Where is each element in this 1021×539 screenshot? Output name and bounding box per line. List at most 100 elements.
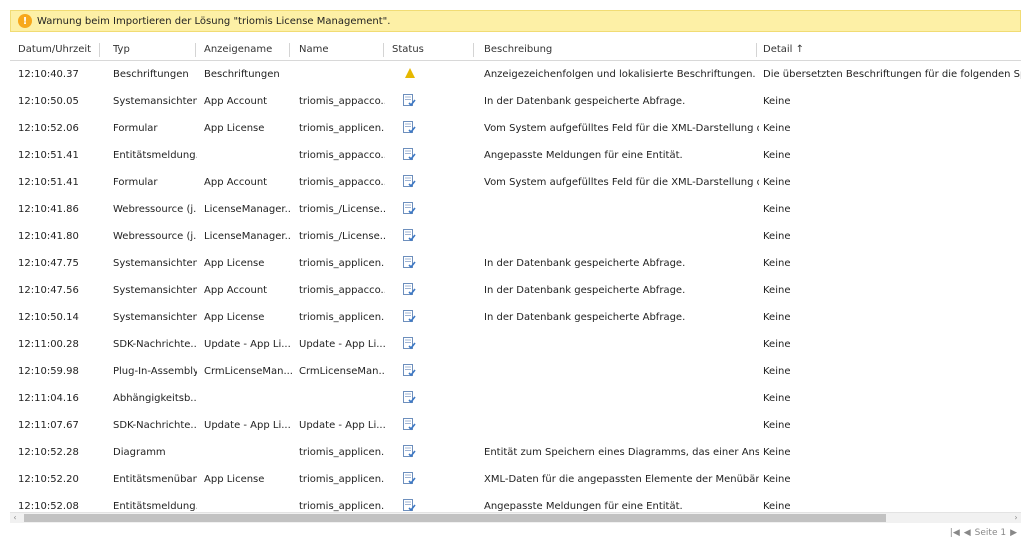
- cell-type-text: Entitätsmeldung...: [113, 501, 197, 512]
- cell-datetime: 12:10:40.37: [18, 61, 100, 88]
- cell-status: [392, 277, 482, 304]
- document-check-icon: [403, 121, 416, 134]
- table-row[interactable]: 12:10:50.14 Systemansichten App License tri…: [10, 304, 1021, 331]
- cell-datetime: 12:11:00.28: [18, 331, 100, 358]
- cell-type: Webressource (j...: [113, 223, 197, 250]
- cell-status: [392, 169, 482, 196]
- cell-description: [484, 412, 759, 439]
- next-page-icon[interactable]: ▶: [1010, 528, 1017, 538]
- cell-name: triomis_applicen...: [299, 466, 385, 493]
- cell-type-text: Formular: [113, 177, 158, 188]
- cell-datetime-text: 12:10:50.14: [18, 312, 79, 323]
- cell-detail: Keine: [763, 304, 1021, 331]
- table-row[interactable]: 12:10:41.86 Webressource (j... LicenseMana…: [10, 196, 1021, 223]
- column-header-description[interactable]: Beschreibung: [484, 40, 754, 60]
- cell-detail-text: Keine: [763, 474, 791, 485]
- document-check-icon: [403, 202, 416, 215]
- cell-type-text: Entitätsmeldung...: [113, 150, 197, 161]
- table-row[interactable]: 12:11:04.16 Abhängigkeitsb... Keine: [10, 385, 1021, 412]
- table-row[interactable]: 12:10:52.28 Diagramm triomis_applicen... En…: [10, 439, 1021, 466]
- cell-datetime: 12:10:47.56: [18, 277, 100, 304]
- cell-detail: Keine: [763, 358, 1021, 385]
- cell-datetime: 12:10:51.41: [18, 169, 100, 196]
- cell-datetime: 12:10:52.28: [18, 439, 100, 466]
- column-header-display-name[interactable]: Anzeigename: [204, 40, 286, 60]
- cell-type-text: SDK-Nachrichte...: [113, 420, 197, 431]
- cell-type-text: Beschriftungen: [113, 69, 189, 80]
- cell-name: CrmLicenseMan...: [299, 358, 385, 385]
- cell-datetime-text: 12:10:59.98: [18, 366, 79, 377]
- cell-detail-text: Keine: [763, 150, 791, 161]
- cell-description: [484, 196, 759, 223]
- scroll-left-icon[interactable]: ‹: [10, 513, 20, 523]
- column-separator[interactable]: [473, 43, 474, 57]
- cell-status: [392, 304, 482, 331]
- document-check-icon: [403, 337, 416, 350]
- column-separator[interactable]: [756, 43, 757, 57]
- page-label: Seite 1: [974, 528, 1007, 538]
- cell-display-name: Update - App Li...: [204, 331, 292, 358]
- cell-detail-text: Die übersetzten Beschriftungen für die f…: [763, 69, 1021, 80]
- column-separator[interactable]: [99, 43, 100, 57]
- cell-type: Entitätsmenüband: [113, 466, 197, 493]
- cell-detail-text: Keine: [763, 447, 791, 458]
- scroll-right-icon[interactable]: ›: [1011, 513, 1021, 523]
- table-row[interactable]: 12:10:52.20 Entitätsmenüband App License tr…: [10, 466, 1021, 493]
- cell-type: Webressource (j...: [113, 196, 197, 223]
- column-header-type[interactable]: Typ: [113, 40, 193, 60]
- table-row[interactable]: 12:10:50.05 Systemansichten App Account tri…: [10, 88, 1021, 115]
- cell-display-name-text: CrmLicenseMan...: [204, 366, 292, 377]
- table-row[interactable]: 12:11:00.28 SDK-Nachrichte... Update - App…: [10, 331, 1021, 358]
- cell-type: SDK-Nachrichte...: [113, 331, 197, 358]
- scrollbar-thumb[interactable]: [24, 514, 886, 522]
- table-row[interactable]: 12:10:51.41 Entitätsmeldung... triomis_app…: [10, 142, 1021, 169]
- table-row[interactable]: 12:10:52.06 Formular App License triomis_ap…: [10, 115, 1021, 142]
- table-row[interactable]: 12:10:40.37 Beschriftungen Beschriftungen A…: [10, 61, 1021, 88]
- cell-type-text: Webressource (j...: [113, 204, 197, 215]
- table-row[interactable]: 12:10:41.80 Webressource (j... LicenseMana…: [10, 223, 1021, 250]
- column-separator[interactable]: [383, 43, 384, 57]
- document-check-icon: [403, 175, 416, 188]
- table-row[interactable]: 12:10:47.56 Systemansichten App Account tri…: [10, 277, 1021, 304]
- cell-detail-text: Keine: [763, 312, 791, 323]
- column-header-name[interactable]: Name: [299, 40, 379, 60]
- table-row[interactable]: 12:10:51.41 Formular App Account triomis_ap…: [10, 169, 1021, 196]
- table-row[interactable]: 12:11:07.67 SDK-Nachrichte... Update - App…: [10, 412, 1021, 439]
- cell-type: Systemansichten: [113, 304, 197, 331]
- cell-display-name-text: App License: [204, 312, 265, 323]
- cell-description: In der Datenbank gespeicherte Abfrage.: [484, 88, 759, 115]
- cell-description: In der Datenbank gespeicherte Abfrage.: [484, 304, 759, 331]
- cell-name-text: Update - App Li...: [299, 339, 385, 350]
- first-page-icon[interactable]: |◀: [950, 528, 960, 538]
- document-check-icon: [403, 472, 416, 485]
- cell-detail-text: Keine: [763, 366, 791, 377]
- cell-description: Anzeigezeichenfolgen und lokalisierte Be…: [484, 61, 759, 88]
- column-header-detail[interactable]: Detail ↑: [763, 40, 1013, 60]
- horizontal-scrollbar[interactable]: ‹ ›: [10, 512, 1021, 523]
- column-separator[interactable]: [195, 43, 196, 57]
- cell-name-text: triomis_applicen...: [299, 258, 385, 269]
- column-header-datetime[interactable]: Datum/Uhrzeit: [18, 40, 100, 60]
- column-header-status[interactable]: Status: [392, 40, 472, 60]
- cell-datetime-text: 12:10:52.20: [18, 474, 79, 485]
- cell-name-text: Update - App Li...: [299, 420, 385, 431]
- cell-description: [484, 358, 759, 385]
- document-check-icon: [403, 256, 416, 269]
- cell-detail-text: Keine: [763, 177, 791, 188]
- cell-display-name-text: App License: [204, 258, 265, 269]
- table-row[interactable]: 12:10:47.75 Systemansichten App License tri…: [10, 250, 1021, 277]
- cell-description-text: In der Datenbank gespeicherte Abfrage.: [484, 96, 686, 107]
- cell-status: [392, 358, 482, 385]
- cell-detail-text: Keine: [763, 501, 791, 512]
- previous-page-icon[interactable]: ◀: [964, 528, 971, 538]
- table-row[interactable]: 12:10:59.98 Plug-In-Assembly CrmLicenseMan…: [10, 358, 1021, 385]
- cell-display-name-text: LicenseManager...: [204, 231, 292, 242]
- cell-datetime-text: 12:11:07.67: [18, 420, 79, 431]
- column-separator[interactable]: [289, 43, 290, 57]
- cell-name-text: triomis_applicen...: [299, 123, 385, 134]
- cell-status: [392, 115, 482, 142]
- cell-datetime-text: 12:10:51.41: [18, 177, 79, 188]
- cell-description: Angepasste Meldungen für eine Entität.: [484, 142, 759, 169]
- cell-name: [299, 385, 385, 412]
- cell-name: triomis_appacco...: [299, 169, 385, 196]
